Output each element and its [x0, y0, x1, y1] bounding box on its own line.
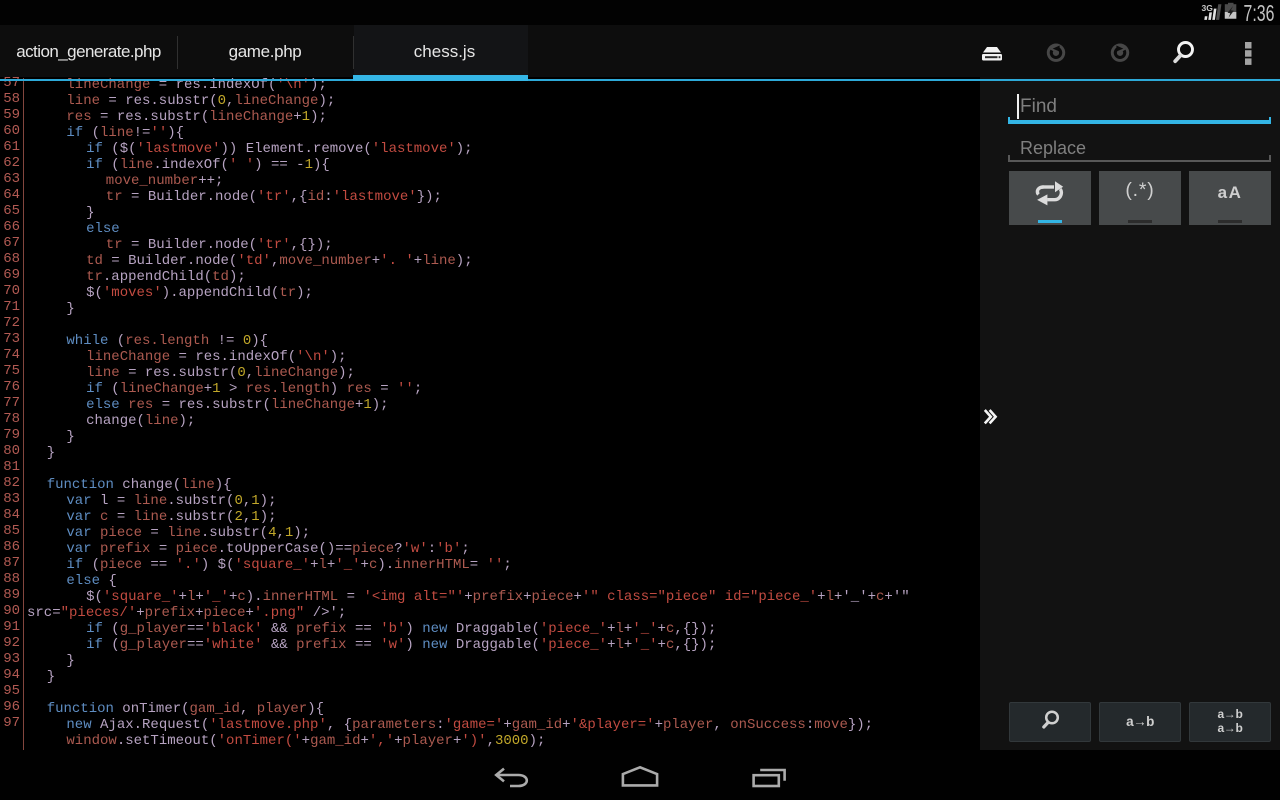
svg-text:7:36: 7:36 — [1244, 1, 1275, 27]
